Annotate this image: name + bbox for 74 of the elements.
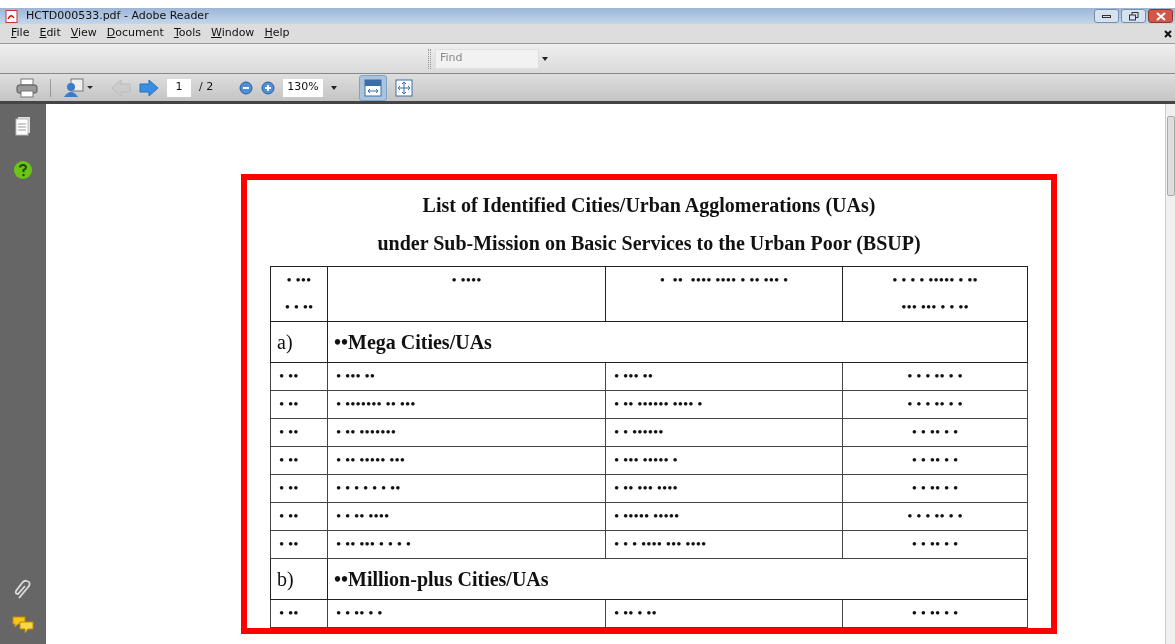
table-cell: • • • •• • • [842, 502, 1028, 531]
table-cell: • • •• • • [842, 418, 1028, 447]
help-icon[interactable] [13, 160, 33, 180]
zoom-field[interactable]: 130% [283, 78, 324, 97]
table-cell: • • •• • • [842, 446, 1028, 475]
caret-icon[interactable] [542, 56, 548, 61]
table-cell: • • • •••• ••• •••• [605, 530, 843, 559]
table-cell: • •• [270, 530, 328, 559]
header-cell: • • • • ••••• • •• ••• ••• • • •• [842, 266, 1028, 322]
close-button[interactable] [1148, 9, 1173, 23]
menu-item[interactable]: Tools [168, 25, 206, 42]
table-cell: • • •• • • [842, 530, 1028, 559]
table-cell: • •• ••• •••• [605, 474, 843, 503]
pages-icon[interactable] [15, 116, 31, 136]
table-cell: • •• • •• [605, 599, 843, 628]
table-cell: • • •••••• [605, 418, 843, 447]
restore-button[interactable] [1121, 9, 1146, 23]
close-document-icon[interactable] [1164, 29, 1172, 38]
table-cell: • •• ••• • • • • [327, 530, 606, 559]
menu-item[interactable]: Document [101, 25, 169, 42]
header-cell: • •• •••• •••• • •• ••• • [605, 266, 843, 322]
header-cell: • ••• • • •• [270, 266, 328, 322]
table-cell: • ••• •• [327, 362, 606, 391]
menu-item[interactable]: Window [206, 25, 260, 42]
table-cell: • • •• • • [842, 599, 1028, 628]
document-subtitle: under Sub-Mission on Basic Services to the Urban Poor (BSUP) [377, 231, 921, 256]
table-cell: • • •• • • [327, 599, 606, 628]
table-cell: • ••• •• [605, 362, 843, 391]
page-number-field[interactable]: 1 [167, 78, 191, 97]
caret-icon[interactable] [331, 85, 338, 90]
table-cell: • ••• ••••• • [605, 446, 843, 475]
table-cell: • • •• •••• [327, 502, 606, 531]
table-cell: • • •• • • [842, 474, 1028, 503]
table-cell: • •• •••••• •••• • [605, 390, 843, 419]
menu-item[interactable]: Help [259, 25, 295, 42]
table-cell: • • • • • • •• [327, 474, 606, 503]
table-cell: • •• [270, 502, 328, 531]
menu-item[interactable]: Edit [34, 25, 66, 42]
section-label: a) [270, 321, 328, 363]
scrollbar[interactable] [1165, 104, 1175, 644]
table-cell: • •• [270, 474, 328, 503]
section-label: b) [270, 558, 328, 600]
page-count: / 2 [199, 79, 214, 96]
restore-icon [1128, 11, 1139, 21]
table-cell: • •• ••••• ••• [327, 446, 606, 475]
fit-width-button[interactable] [359, 74, 388, 101]
zoom-in-icon[interactable] [261, 80, 276, 95]
table-cell: • ••••• ••••• [605, 502, 843, 531]
table-cell: • •• ••••••• [327, 418, 606, 447]
table-cell: • •• [270, 390, 328, 419]
table-cell: • •• [270, 418, 328, 447]
comments-icon[interactable] [12, 616, 34, 634]
menu-item[interactable]: File [6, 25, 35, 42]
menu-item[interactable]: View [65, 25, 102, 42]
table-cell: • •• [270, 599, 328, 628]
zoom-out-icon[interactable] [239, 80, 254, 95]
document-title: List of Identified Cities/Urban Agglomerations (UAs) [422, 193, 876, 219]
window-title: HCTD000533.pdf - Adobe Reader [26, 7, 209, 24]
header-cell: • •••• [327, 266, 606, 322]
table-cell: • • • •• • • [842, 390, 1028, 419]
minimize-button[interactable] [1094, 9, 1119, 23]
full-screen-icon[interactable] [395, 78, 414, 97]
table-cell: • •• [270, 362, 328, 391]
paperclip-icon[interactable] [14, 578, 32, 600]
section-heading: ••Million-plus Cities/UAs [327, 558, 1028, 600]
section-heading: ••Mega Cities/UAs [327, 321, 1028, 363]
pdf-file-icon [5, 9, 18, 23]
close-icon [1155, 11, 1166, 21]
collaborate-icon[interactable] [63, 77, 93, 98]
printer-icon[interactable] [16, 77, 38, 98]
table-cell: • •• [270, 446, 328, 475]
table-cell: • • • •• • • [842, 362, 1028, 391]
next-page-icon[interactable] [139, 78, 159, 97]
table-cell: • ••••••• •• ••• [327, 390, 606, 419]
